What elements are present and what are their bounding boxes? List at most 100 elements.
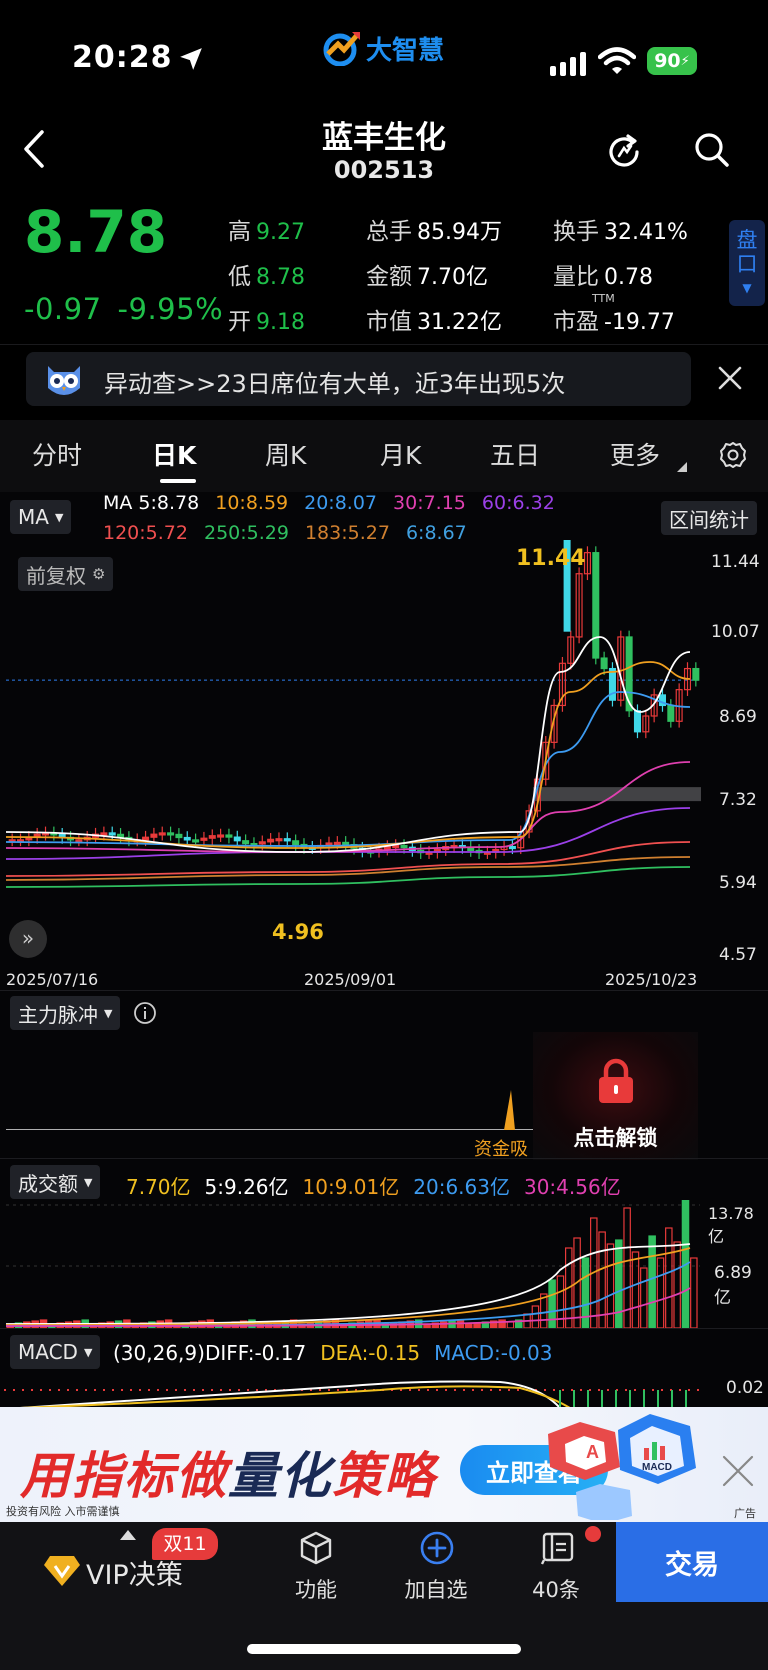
charging-bolt-icon: ⚡ [680,53,690,69]
close-icon[interactable] [717,365,743,391]
nav-functions[interactable]: 功能 [261,1574,371,1604]
pe-value: -19.77 [604,310,675,335]
ma-line [5,866,691,888]
alert-text[interactable]: 异动查>>23日席位有大单，近3年出现5次 [104,364,565,399]
ma-line [5,636,691,853]
change-percent: -9.95% [117,292,224,326]
price-band [533,787,701,802]
caret-up-icon[interactable] [120,1530,136,1540]
brand-name: 大智慧 [366,35,445,66]
turnover-legend: 7.70亿 5:9.26亿 10:9.01亿 20:6.63亿 30:4.56亿 [126,1171,635,1200]
tab-monthly-k[interactable]: 月K [380,436,421,472]
trade-button[interactable]: 交易 [616,1522,768,1602]
tab-intraday[interactable]: 分时 [32,436,82,472]
refresh-icon[interactable] [605,132,645,172]
main-force-select[interactable]: 主力脉冲 ▼ [10,996,121,1030]
candle-body [592,552,600,659]
message-icon [540,1532,574,1565]
y-tick: 8.69 [719,707,757,727]
tab-weekly-k[interactable]: 周K [265,436,306,472]
turnover-bar [631,1251,640,1329]
divider [0,1328,768,1329]
turnover-ma5: 5:9.26亿 [204,1175,289,1199]
x-date: 2025/10/23 [605,970,698,989]
quote-open: 开 9.18 [228,302,305,336]
turnover-y-tick: 13.78亿 [708,1204,754,1246]
quote-pe: 市盈 -19.77 [553,302,675,336]
nav-messages[interactable]: 40条 [501,1574,611,1604]
low-value: 8.78 [256,265,305,290]
lock-icon [599,1058,633,1103]
caret-down-icon: ▼ [104,1006,113,1020]
candle-body [200,837,208,841]
macd-dea: DEA:-0.15 [320,1341,421,1365]
unlock-text[interactable]: 点击解锁 [533,1122,698,1152]
pe-ttm-tag: TTM [592,292,615,305]
pankou-button[interactable]: 盘口 ▼ [729,220,765,306]
banner-title-part: 量化 [228,1447,332,1505]
candle-body [258,841,266,845]
macd-legend: (30,26,9)DIFF:-0.17 DEA:-0.15 MACD:-0.03 [113,1341,567,1365]
expand-history-button[interactable]: » [9,920,47,958]
mktcap-label: 市值 [366,309,412,335]
turnover-bar [690,1257,698,1329]
caret-down-icon: ▼ [742,281,752,295]
turnover-bar [606,1243,615,1329]
stock-name: 蓝丰生化 [322,120,446,156]
turnover-y-tick: 6.89亿 [714,1263,752,1308]
candle-body [342,841,350,846]
divider [0,1158,768,1159]
turnover-bar [665,1227,673,1329]
unread-dot [585,1526,601,1542]
x-date: 2025/07/16 [6,970,99,989]
banner-title[interactable]: 用指标做量化策略 [20,1436,436,1508]
pankou-label: 盘口 [736,228,758,276]
candle-body [508,845,516,850]
turnover-label: 换手 [553,219,599,245]
price-change: -0.97 -9.95% [24,292,239,326]
candle-body [100,832,108,836]
add-circle-icon [420,1531,454,1565]
gear-icon[interactable] [718,440,748,470]
quote-high: 高 9.27 [228,212,305,246]
close-icon[interactable] [720,1453,756,1489]
candle-body [183,836,191,841]
ma-line [5,691,691,847]
brand-logo: 大智慧 [322,28,444,68]
location-arrow-icon [180,48,202,70]
turnover-bar [548,1279,556,1329]
volratio-label: 量比 [553,264,599,290]
period-high-label: 11.44 [516,546,586,571]
tab-five-day[interactable]: 五日 [490,436,540,472]
candle-body [283,838,291,842]
kline-chart[interactable] [0,492,768,992]
turnover-bar [531,1305,540,1329]
main-force-label: 主力脉冲 [18,1002,98,1027]
turnover-bar [615,1239,623,1329]
search-icon[interactable] [692,130,732,170]
volratio-value: 0.78 [604,265,653,290]
double11-badge: 双11 [152,1528,218,1560]
owl-mascot-icon [48,366,80,395]
macd-select[interactable]: MACD ▼ [10,1335,101,1369]
candle-body [108,832,116,836]
pe-label: 市盈 [553,309,599,335]
candle-body [167,832,175,836]
candle-body [400,844,408,849]
candle-body [267,838,275,843]
candle-body [225,834,233,838]
low-label: 低 [228,264,251,290]
macd-params: (30,26,9) [113,1341,205,1365]
nav-add-watchlist[interactable]: 加自选 [381,1574,491,1604]
candle-body [600,657,608,670]
quote-amount: 金额 7.70亿 [366,257,488,291]
macd-hist: MACD:-0.03 [434,1341,553,1365]
banner-title-part: 策略 [332,1447,436,1505]
turnover-ma30: 30:4.56亿 [523,1175,621,1199]
wifi-icon [598,47,636,74]
turnover-bar [648,1235,656,1329]
tab-more[interactable]: 更多 [610,436,660,472]
turnover-select[interactable]: 成交额 ▼ [10,1165,101,1199]
tab-daily-k[interactable]: 日K [152,436,196,472]
info-icon[interactable] [133,1001,157,1025]
